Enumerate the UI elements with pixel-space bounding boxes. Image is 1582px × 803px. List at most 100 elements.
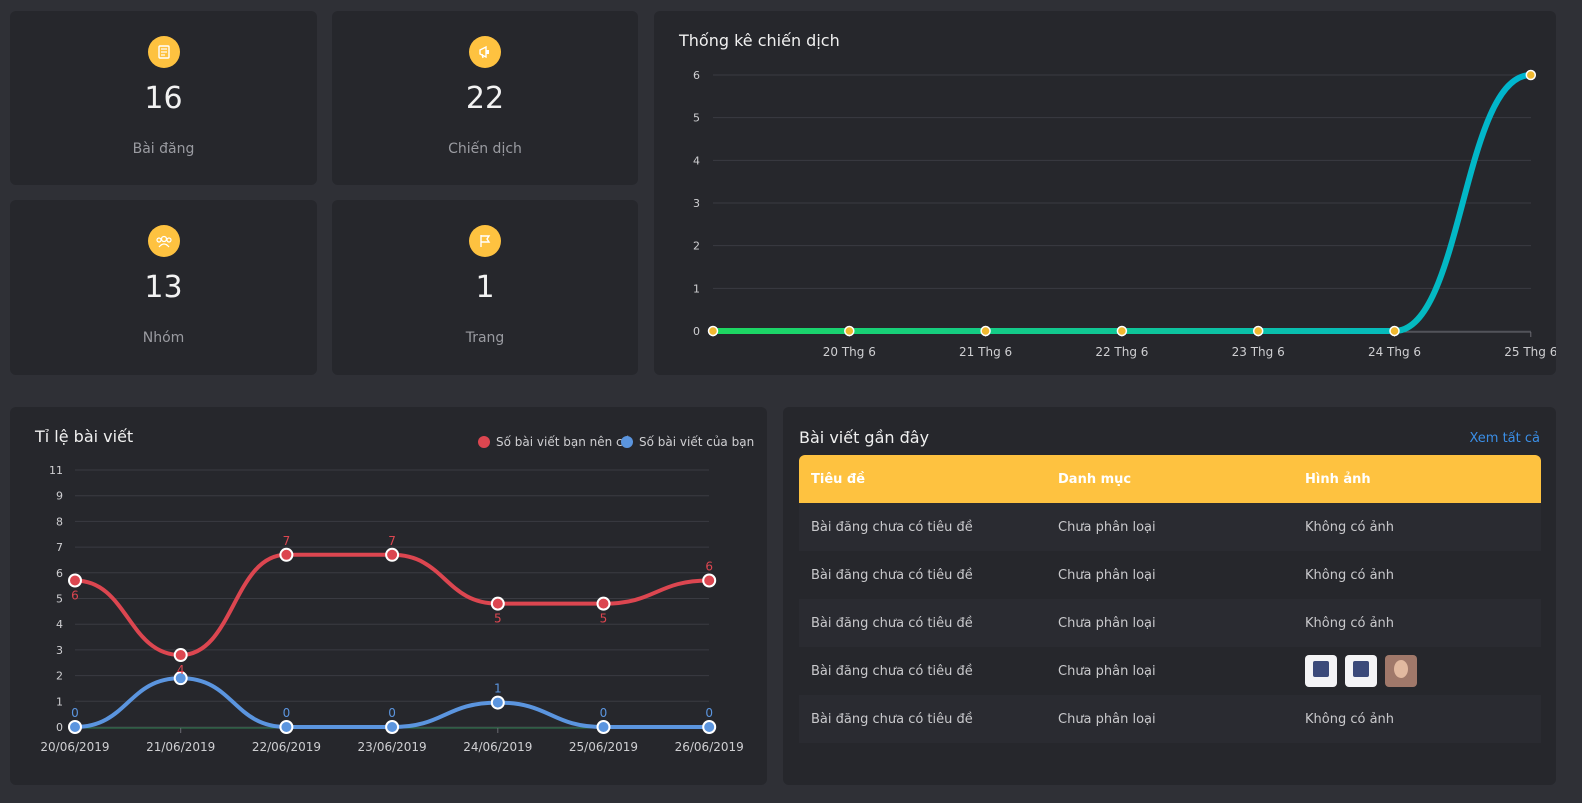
- data-point: [68, 720, 82, 734]
- data-label: 5: [494, 612, 502, 626]
- data-point: [844, 325, 855, 337]
- image-thumbnail[interactable]: [1345, 655, 1377, 687]
- x-tick-label: 22 Thg 6: [1095, 345, 1148, 359]
- data-point: [279, 547, 294, 562]
- post-title[interactable]: Bài đăng chưa có tiêu đề: [799, 647, 1046, 695]
- table-row[interactable]: Bài đăng chưa có tiêu đề Chưa phân loại …: [799, 695, 1541, 743]
- data-point: [596, 596, 611, 611]
- data-point: [279, 720, 294, 734]
- data-label: 5: [600, 612, 608, 626]
- data-label: 6: [71, 589, 79, 603]
- post-category: Chưa phân loại: [1058, 519, 1156, 535]
- data-label: 7: [388, 534, 396, 548]
- data-point: [702, 720, 717, 734]
- stat-label: Trang: [465, 330, 505, 346]
- data-point: [1116, 325, 1128, 337]
- stat-label: Bài đăng: [132, 141, 195, 157]
- y-tick-label: 5: [693, 112, 700, 125]
- post-title[interactable]: Bài đăng chưa có tiêu đề: [799, 503, 1046, 551]
- table-row[interactable]: Bài đăng chưa có tiêu đề Chưa phân loại …: [799, 599, 1541, 647]
- post-image: Không có ảnh: [1305, 615, 1395, 631]
- y-tick-label: 5: [56, 593, 63, 606]
- x-tick-label: 23 Thg 6: [1232, 345, 1285, 359]
- data-point: [490, 596, 505, 611]
- stat-value: 13: [144, 270, 183, 305]
- see-all-link[interactable]: Xem tất cả: [1469, 431, 1540, 446]
- post-title[interactable]: Bài đăng chưa có tiêu đề: [799, 551, 1046, 599]
- post-category: Chưa phân loại: [1058, 663, 1156, 679]
- x-tick-label: 25 Thg 6: [1504, 345, 1556, 359]
- stat-label: Chiến dịch: [448, 141, 522, 157]
- campaign-chart: 0 1 2 3 4 5 6 20 Thg 6 21 Thg 6 22 Thg 6 23 Thg 6 2…: [693, 69, 1556, 359]
- post-title[interactable]: Bài đăng chưa có tiêu đề: [799, 599, 1046, 647]
- x-tick-label: 20/06/2019: [40, 740, 109, 754]
- y-tick-label: 4: [56, 618, 63, 631]
- data-label: 0: [388, 706, 396, 720]
- document-icon: [147, 36, 180, 68]
- x-tick-label: 21/06/2019: [146, 740, 215, 754]
- y-tick-label: 7: [56, 541, 63, 554]
- data-label: 0: [600, 706, 608, 720]
- recent-posts-card: Bài viết gần đây Xem tất cả Tiêu đề Danh…: [783, 407, 1556, 785]
- stat-card-groups: 13 Nhóm: [10, 200, 317, 375]
- data-point: [173, 648, 188, 663]
- data-label: 7: [283, 534, 291, 548]
- post-title[interactable]: Bài đăng chưa có tiêu đề: [799, 695, 1046, 743]
- table-row[interactable]: Bài đăng chưa có tiêu đề Chưa phân loại: [799, 647, 1541, 695]
- y-tick-label: 3: [56, 644, 63, 657]
- stat-value: 22: [465, 81, 505, 116]
- y-tick-label: 2: [56, 670, 63, 683]
- data-point: [980, 325, 991, 337]
- data-label: 0: [71, 706, 79, 720]
- ratio-chart: 01234567891120/06/2019 21/06/2019 22/06/20…: [40, 464, 744, 754]
- table-header-row: Tiêu đề Danh mục Hình ảnh: [799, 455, 1541, 503]
- y-tick-label: 4: [693, 154, 700, 167]
- stat-card-campaigns: 22 Chiến dịch: [332, 11, 638, 185]
- column-header-image: Hình ảnh: [1305, 471, 1371, 487]
- x-tick-label: 22/06/2019: [252, 740, 321, 754]
- y-tick-label: 9: [56, 490, 63, 503]
- post-category: Chưa phân loại: [1058, 615, 1156, 631]
- data-point: [490, 695, 505, 710]
- post-category: Chưa phân loại: [1058, 711, 1156, 727]
- x-tick-label: 23/06/2019: [358, 740, 427, 754]
- ratio-chart-card: Tỉ lệ bài viết Số bài viết bạn nên có Số…: [10, 407, 767, 785]
- x-tick-label: 25/06/2019: [569, 740, 638, 754]
- data-point: [1252, 325, 1264, 337]
- y-tick-label: 0: [693, 325, 700, 338]
- y-tick-label: 0: [56, 721, 63, 734]
- post-image: Không có ảnh: [1305, 567, 1395, 583]
- data-label: 6: [705, 560, 713, 574]
- data-point: [385, 547, 400, 562]
- table-row[interactable]: Bài đăng chưa có tiêu đề Chưa phân loại …: [799, 551, 1541, 599]
- table-row[interactable]: Bài đăng chưa có tiêu đề Chưa phân loại …: [799, 503, 1541, 551]
- column-header-title: Tiêu đề: [811, 471, 866, 487]
- post-category: Chưa phân loại: [1058, 567, 1156, 583]
- x-tick-label: 26/06/2019: [675, 740, 744, 754]
- campaign-chart-card: Thống kê chiến dịch 0 1 2 3 4 5 6 20 Thg 6 21 Th…: [654, 11, 1556, 375]
- megaphone-icon: [469, 36, 501, 68]
- y-tick-label: 8: [56, 515, 63, 528]
- image-thumbnail[interactable]: [1385, 655, 1417, 687]
- y-tick-label: 11: [49, 464, 63, 477]
- y-tick-label: 6: [693, 69, 700, 82]
- post-image-thumbnails: [1293, 647, 1541, 695]
- image-thumbnail[interactable]: [1305, 655, 1337, 687]
- y-tick-label: 3: [693, 197, 700, 210]
- stat-card-posts: 16 Bài đăng: [10, 11, 317, 185]
- stat-card-pages: 1 Trang: [332, 200, 638, 375]
- post-image: Không có ảnh: [1305, 711, 1395, 727]
- data-point: [596, 720, 611, 734]
- y-tick-label: 1: [56, 695, 63, 708]
- data-label: 4: [177, 663, 185, 677]
- data-point: [1525, 69, 1537, 81]
- stat-value: 1: [475, 270, 495, 305]
- y-tick-label: 2: [693, 240, 700, 253]
- recent-posts-title: Bài viết gần đây: [799, 428, 930, 447]
- series-line: [74, 552, 710, 658]
- x-tick-label: 20 Thg 6: [823, 345, 876, 359]
- column-header-category: Danh mục: [1058, 471, 1132, 487]
- recent-posts-table: Tiêu đề Danh mục Hình ảnh Bài đăng chưa …: [799, 455, 1541, 743]
- x-tick-label: 21 Thg 6: [959, 345, 1012, 359]
- data-point: [68, 573, 82, 588]
